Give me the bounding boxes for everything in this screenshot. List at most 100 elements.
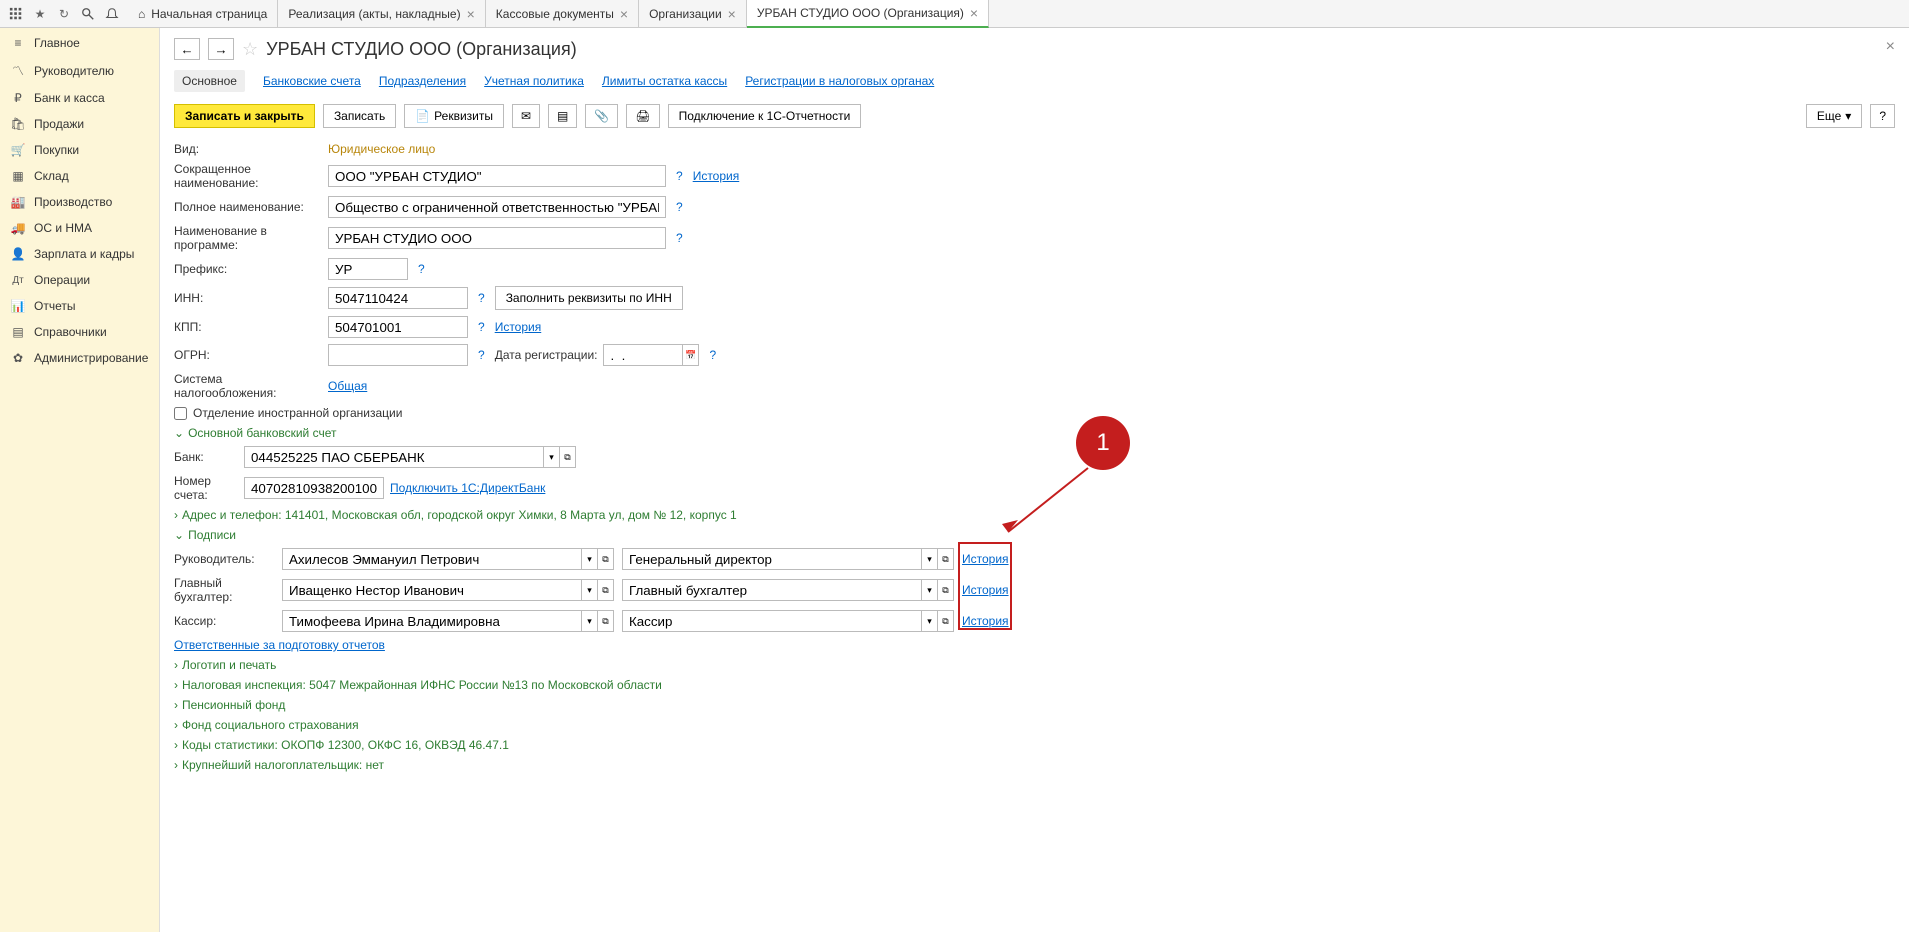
subtab-bank-accts[interactable]: Банковские счета	[263, 70, 361, 92]
dropdown-icon[interactable]: ▾	[544, 446, 560, 468]
history-link[interactable]: История	[962, 614, 1009, 628]
calendar-icon[interactable]: 📅	[683, 344, 699, 366]
requisites-button[interactable]: 📄Реквизиты	[404, 104, 504, 128]
mail-button[interactable]: ✉	[512, 104, 540, 128]
close-icon[interactable]: ×	[728, 6, 736, 22]
sidebar-item-reports[interactable]: 📊Отчеты	[0, 293, 159, 319]
history-icon[interactable]: ↻	[52, 1, 76, 27]
full-name-input[interactable]	[328, 196, 666, 218]
accountant-role-input[interactable]	[622, 579, 922, 601]
tab-cash-docs[interactable]: Кассовые документы ×	[486, 0, 639, 28]
help-icon[interactable]: ?	[474, 291, 489, 305]
close-page-icon[interactable]: ×	[1886, 38, 1895, 56]
save-close-button[interactable]: Записать и закрыть	[174, 104, 315, 128]
sidebar-item-sales[interactable]: 🛍Продажи	[0, 111, 159, 137]
signs-section-header[interactable]: ⌄Подписи	[174, 528, 236, 542]
dropdown-icon[interactable]: ▾	[582, 548, 598, 570]
help-icon[interactable]: ?	[414, 262, 429, 276]
open-icon[interactable]: ⧉	[598, 548, 614, 570]
kind-value[interactable]: Юридическое лицо	[328, 142, 435, 156]
star-icon[interactable]: ★	[28, 1, 52, 27]
short-name-input[interactable]	[328, 165, 666, 187]
history-link[interactable]: История	[962, 552, 1009, 566]
open-icon[interactable]: ⧉	[938, 548, 954, 570]
cashier-person-input[interactable]	[282, 610, 582, 632]
accountant-person-input[interactable]	[282, 579, 582, 601]
nav-back-button[interactable]: ←	[174, 38, 200, 60]
social-fund-section[interactable]: ›Фонд социального страхования	[174, 718, 359, 732]
dropdown-icon[interactable]: ▾	[922, 548, 938, 570]
sidebar-item-operations[interactable]: ДтОперации	[0, 267, 159, 293]
ogrn-input[interactable]	[328, 344, 468, 366]
help-icon[interactable]: ?	[474, 320, 489, 334]
help-icon[interactable]: ?	[672, 231, 687, 245]
history-link[interactable]: История	[962, 583, 1009, 597]
pension-section[interactable]: ›Пенсионный фонд	[174, 698, 285, 712]
director-role-input[interactable]	[622, 548, 922, 570]
nav-forward-button[interactable]: →	[208, 38, 234, 60]
help-icon[interactable]: ?	[705, 348, 720, 362]
close-icon[interactable]: ×	[970, 5, 978, 21]
help-icon[interactable]: ?	[672, 169, 687, 183]
subtab-accounting-policy[interactable]: Учетная политика	[484, 70, 584, 92]
bank-section-header[interactable]: ⌄Основной банковский счет	[174, 426, 337, 440]
dropdown-icon[interactable]: ▾	[922, 610, 938, 632]
logo-section[interactable]: ›Логотип и печать	[174, 658, 276, 672]
cashier-role-input[interactable]	[622, 610, 922, 632]
sidebar-item-dicts[interactable]: ▤Справочники	[0, 319, 159, 345]
help-icon[interactable]: ?	[672, 200, 687, 214]
search-icon[interactable]	[76, 1, 100, 27]
reg-date-input[interactable]	[603, 344, 683, 366]
open-icon[interactable]: ⧉	[598, 579, 614, 601]
stats-codes-section[interactable]: ›Коды статистики: ОКОПФ 12300, ОКФС 16, …	[174, 738, 509, 752]
foreign-branch-checkbox[interactable]	[174, 407, 187, 420]
director-person-input[interactable]	[282, 548, 582, 570]
sidebar-item-admin[interactable]: ✿Администрирование	[0, 345, 159, 371]
tab-home[interactable]: ⌂ Начальная страница	[128, 0, 278, 28]
subtab-divisions[interactable]: Подразделения	[379, 70, 466, 92]
dropdown-icon[interactable]: ▾	[582, 610, 598, 632]
direct-bank-link[interactable]: Подключить 1С:ДиректБанк	[390, 481, 545, 495]
tax-inspection-section[interactable]: ›Налоговая инспекция: 5047 Межрайонная И…	[174, 678, 662, 692]
large-taxpayer-section[interactable]: ›Крупнейший налогоплательщик: нет	[174, 758, 384, 772]
prefix-input[interactable]	[328, 258, 408, 280]
address-section-header[interactable]: ›Адрес и телефон: 141401, Московская обл…	[174, 508, 737, 522]
open-icon[interactable]: ⧉	[938, 610, 954, 632]
close-icon[interactable]: ×	[620, 6, 628, 22]
sidebar-item-salary[interactable]: 👤Зарплата и кадры	[0, 241, 159, 267]
dropdown-icon[interactable]: ▾	[582, 579, 598, 601]
history-link[interactable]: История	[693, 169, 740, 183]
subtab-main[interactable]: Основное	[174, 70, 245, 92]
sidebar-item-warehouse[interactable]: ▦Склад	[0, 163, 159, 189]
prog-name-input[interactable]	[328, 227, 666, 249]
kpp-input[interactable]	[328, 316, 468, 338]
sidebar-item-purchases[interactable]: 🛒Покупки	[0, 137, 159, 163]
acct-input[interactable]	[244, 477, 384, 499]
help-icon[interactable]: ?	[474, 348, 489, 362]
tax-sys-link[interactable]: Общая	[328, 379, 367, 393]
inn-input[interactable]	[328, 287, 468, 309]
connect-1c-button[interactable]: Подключение к 1С-Отчетности	[668, 104, 862, 128]
sidebar-item-assets[interactable]: 🚚ОС и НМА	[0, 215, 159, 241]
sidebar-item-production[interactable]: 🏭Производство	[0, 189, 159, 215]
print-button[interactable]: 🖨	[626, 104, 659, 128]
dropdown-icon[interactable]: ▾	[922, 579, 938, 601]
tab-org-urban[interactable]: УРБАН СТУДИО ООО (Организация) ×	[747, 0, 989, 28]
list-button[interactable]: ▤	[548, 104, 577, 128]
open-icon[interactable]: ⧉	[598, 610, 614, 632]
help-button[interactable]: ?	[1870, 104, 1895, 128]
open-icon[interactable]: ⧉	[560, 446, 576, 468]
attach-button[interactable]: 📎	[585, 104, 618, 128]
subtab-cash-limits[interactable]: Лимиты остатка кассы	[602, 70, 727, 92]
bell-icon[interactable]	[100, 1, 124, 27]
more-button[interactable]: Еще ▾	[1806, 104, 1862, 128]
close-icon[interactable]: ×	[467, 6, 475, 22]
save-button[interactable]: Записать	[323, 104, 396, 128]
history-link[interactable]: История	[495, 320, 542, 334]
bank-input[interactable]	[244, 446, 544, 468]
subtab-tax-reg[interactable]: Регистрации в налоговых органах	[745, 70, 934, 92]
sidebar-item-manager[interactable]: 〽Руководителю	[0, 56, 159, 85]
favorite-star-icon[interactable]: ☆	[242, 39, 258, 60]
tab-realization[interactable]: Реализация (акты, накладные) ×	[278, 0, 485, 28]
responsible-link[interactable]: Ответственные за подготовку отчетов	[174, 638, 385, 652]
